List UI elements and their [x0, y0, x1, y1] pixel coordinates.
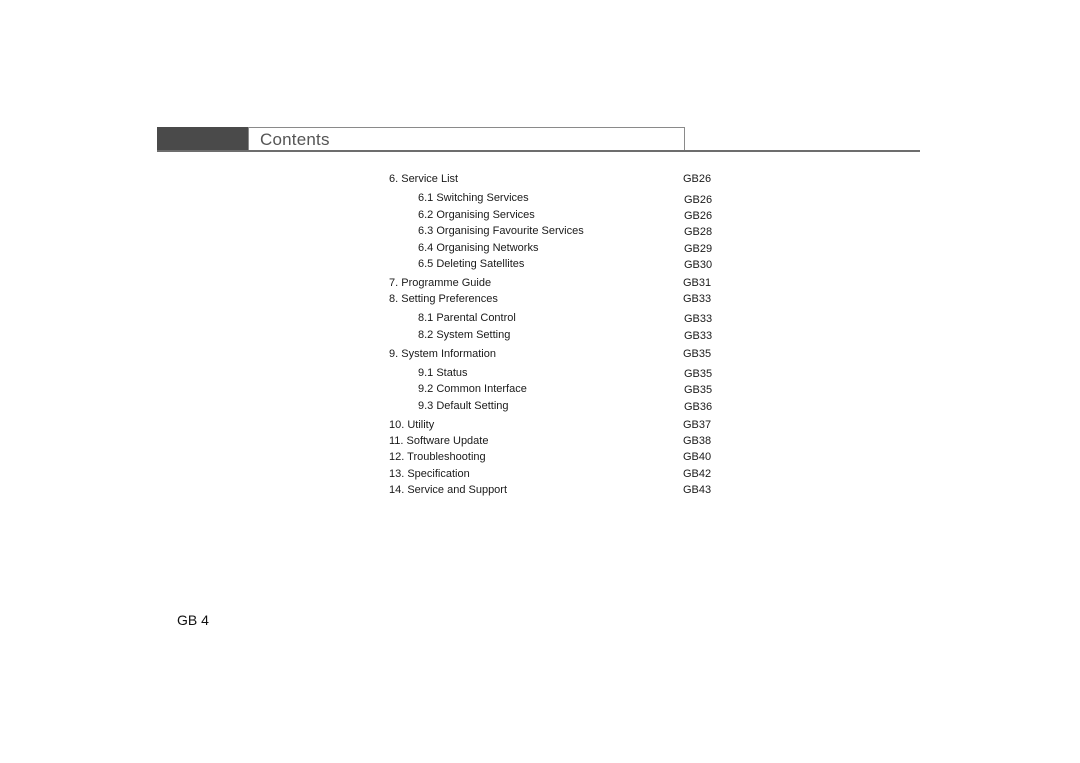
toc-subsection-label: 8.1 Parental Control: [418, 312, 516, 324]
toc-page-ref: GB40: [683, 451, 712, 463]
toc-section-label: 10. Utility: [389, 419, 435, 431]
toc-page-ref: GB33: [684, 313, 713, 325]
toc-section-label: 14. Service and Support: [389, 484, 508, 496]
toc-subsection-label: 6.3 Organising Favourite Services: [418, 225, 584, 237]
toc-subsection-label: 6.5 Deleting Satellites: [418, 258, 525, 270]
toc-section-label: 6. Service List: [389, 173, 459, 185]
toc-page-ref: GB28: [684, 226, 713, 238]
toc-page-ref: GB43: [683, 484, 712, 496]
toc-page-ref: GB35: [683, 348, 712, 360]
toc-page-ref: GB26: [684, 194, 713, 206]
toc-section-label: 12. Troubleshooting: [389, 451, 486, 463]
toc-section-label: 13. Specification: [389, 468, 470, 480]
toc-subsection-label: 6.2 Organising Services: [418, 209, 535, 221]
toc-subsection-label: 6.1 Switching Services: [418, 192, 529, 204]
toc-page-ref: GB26: [683, 173, 712, 185]
toc-subsection-label: 8.2 System Setting: [418, 329, 511, 341]
toc-section-label: 9. System Information: [389, 348, 496, 360]
toc-section-label: 11. Software Update: [389, 435, 489, 447]
table-of-contents: 6. Service List GB26 6.1 Switching Service…: [0, 0, 1080, 763]
toc-page-ref: GB29: [684, 243, 713, 255]
toc-subsection-label: 9.2 Common Interface: [418, 383, 527, 395]
toc-page-ref: GB33: [683, 293, 712, 305]
toc-page-ref: GB38: [683, 435, 712, 447]
toc-page-ref: GB35: [684, 384, 713, 396]
toc-subsection-label: 9.1 Status: [418, 367, 468, 379]
toc-subsection-label: 9.3 Default Setting: [418, 400, 509, 412]
toc-page-ref: GB31: [683, 277, 712, 289]
toc-page-ref: GB42: [683, 468, 712, 480]
toc-page-ref: GB30: [684, 259, 713, 271]
page-number: GB 4: [177, 612, 209, 628]
toc-page-ref: GB26: [684, 210, 713, 222]
toc-page-ref: GB35: [684, 368, 713, 380]
toc-page-ref: GB33: [684, 330, 713, 342]
toc-page-ref: GB36: [684, 401, 713, 413]
toc-section-label: 8. Setting Preferences: [389, 293, 498, 305]
toc-section-label: 7. Programme Guide: [389, 277, 492, 289]
toc-page-ref: GB37: [683, 419, 712, 431]
toc-subsection-label: 6.4 Organising Networks: [418, 242, 539, 254]
